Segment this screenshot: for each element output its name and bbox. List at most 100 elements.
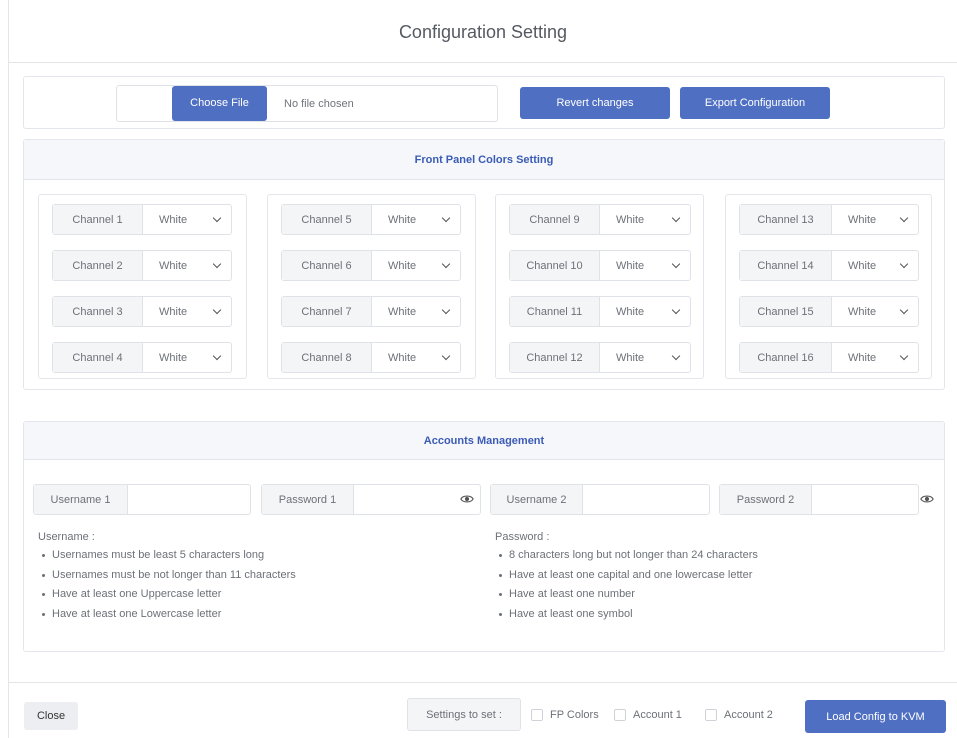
list-item: Have at least one number: [495, 588, 758, 608]
front-panel-colors-panel: Front Panel Colors Setting Channel 1 Whi…: [23, 139, 945, 390]
channel-row: Channel 6 White: [281, 250, 461, 281]
chevron-down-icon: [212, 259, 222, 269]
channel-color-select[interactable]: White: [600, 343, 690, 372]
channel-color-value: White: [616, 305, 645, 318]
channel-label: Channel 3: [53, 297, 143, 326]
chevron-down-icon: [899, 305, 909, 315]
channel-row: Channel 11 White: [509, 296, 691, 327]
eye-icon[interactable]: [460, 492, 474, 506]
chevron-down-icon: [671, 351, 681, 361]
list-item: Usernames must be not longer than 11 cha…: [38, 569, 296, 589]
chevron-down-icon: [671, 305, 681, 315]
revert-changes-button[interactable]: Revert changes: [520, 87, 670, 119]
channel-color-select[interactable]: White: [143, 251, 231, 280]
chevron-down-icon: [212, 351, 222, 361]
list-item: Have at least one Uppercase letter: [38, 588, 296, 608]
channel-label: Channel 5: [282, 205, 372, 234]
channel-row: Channel 14 White: [739, 250, 919, 281]
accounts-heading: Accounts Management: [24, 422, 944, 460]
username-2-field: Username 2: [490, 484, 710, 515]
channel-color-value: White: [159, 351, 188, 364]
username-1-input[interactable]: [128, 485, 250, 514]
list-item: 8 characters long but not longer than 24…: [495, 549, 758, 569]
front-panel-heading: Front Panel Colors Setting: [24, 140, 944, 180]
channel-color-select[interactable]: White: [600, 205, 690, 234]
channel-color-select[interactable]: White: [372, 251, 460, 280]
channel-group-1: Channel 1 White Channel 2 White Channel …: [38, 194, 247, 379]
channel-label: Channel 8: [282, 343, 372, 372]
channel-color-select[interactable]: White: [372, 297, 460, 326]
file-input[interactable]: Choose File No file chosen: [116, 85, 498, 122]
channel-color-select[interactable]: White: [372, 205, 460, 234]
channel-color-value: White: [848, 213, 877, 226]
password-rules-title: Password :: [495, 531, 550, 543]
chevron-down-icon: [212, 213, 222, 223]
list-item: Have at least one symbol: [495, 608, 758, 628]
load-config-button[interactable]: Load Config to KVM: [805, 700, 946, 733]
channel-label: Channel 15: [740, 297, 832, 326]
channel-color-select[interactable]: White: [832, 297, 918, 326]
export-configuration-button[interactable]: Export Configuration: [680, 87, 830, 119]
channel-color-select[interactable]: White: [600, 297, 690, 326]
chevron-down-icon: [671, 213, 681, 223]
channel-group-2: Channel 5 White Channel 6 White Channel …: [267, 194, 476, 379]
channel-row: Channel 8 White: [281, 342, 461, 373]
channel-color-value: White: [848, 259, 877, 272]
channel-color-select[interactable]: White: [832, 251, 918, 280]
channel-row: Channel 9 White: [509, 204, 691, 235]
channel-color-value: White: [616, 351, 645, 364]
channel-label: Channel 1: [53, 205, 143, 234]
title-divider: [9, 62, 957, 63]
channel-label: Channel 16: [740, 343, 832, 372]
account-2-label: Account 2: [724, 709, 773, 721]
channel-color-select[interactable]: White: [143, 205, 231, 234]
channel-row: Channel 5 White: [281, 204, 461, 235]
chevron-down-icon: [899, 259, 909, 269]
channel-color-value: White: [848, 305, 877, 318]
password-rules-list: 8 characters long but not longer than 24…: [495, 549, 758, 627]
choose-file-button[interactable]: Choose File: [172, 86, 267, 121]
file-panel: Choose File No file chosen Revert change…: [23, 76, 945, 129]
channel-row: Channel 3 White: [52, 296, 232, 327]
channel-label: Channel 12: [510, 343, 600, 372]
chevron-down-icon: [899, 351, 909, 361]
channel-label: Channel 10: [510, 251, 600, 280]
channel-color-value: White: [159, 305, 188, 318]
channel-color-select[interactable]: White: [832, 205, 918, 234]
password-2-label: Password 2: [720, 485, 812, 514]
fp-colors-checkbox[interactable]: [531, 709, 543, 721]
channel-color-select[interactable]: White: [372, 343, 460, 372]
eye-icon[interactable]: [920, 492, 934, 506]
channel-label: Channel 13: [740, 205, 832, 234]
chevron-down-icon: [671, 259, 681, 269]
channel-row: Channel 10 White: [509, 250, 691, 281]
channel-group-3: Channel 9 White Channel 10 White Channel…: [495, 194, 704, 379]
account-1-checkbox[interactable]: [614, 709, 626, 721]
channel-color-value: White: [616, 213, 645, 226]
channel-color-select[interactable]: White: [832, 343, 918, 372]
channel-color-value: White: [388, 259, 417, 272]
channel-row: Channel 13 White: [739, 204, 919, 235]
chevron-down-icon: [441, 305, 451, 315]
accounts-panel: Accounts Management Username 1 Password …: [23, 421, 945, 652]
chevron-down-icon: [212, 305, 222, 315]
password-1-field: Password 1: [261, 484, 481, 515]
password-2-input[interactable]: [812, 485, 918, 514]
channel-color-value: White: [388, 351, 417, 364]
settings-to-set-label: Settings to set :: [407, 698, 521, 731]
channel-row: Channel 7 White: [281, 296, 461, 327]
channel-color-select[interactable]: White: [600, 251, 690, 280]
channel-label: Channel 4: [53, 343, 143, 372]
account-2-checkbox[interactable]: [705, 709, 717, 721]
close-button[interactable]: Close: [24, 702, 78, 730]
channel-color-select[interactable]: White: [143, 297, 231, 326]
username-1-field: Username 1: [33, 484, 251, 515]
username-2-input[interactable]: [583, 485, 709, 514]
list-item: Usernames must be least 5 characters lon…: [38, 549, 296, 569]
channel-row: Channel 15 White: [739, 296, 919, 327]
channel-label: Channel 2: [53, 251, 143, 280]
channel-color-select[interactable]: White: [143, 343, 231, 372]
password-1-label: Password 1: [262, 485, 354, 514]
config-modal: Configuration Setting Choose File No fil…: [8, 0, 957, 738]
username-2-label: Username 2: [491, 485, 583, 514]
